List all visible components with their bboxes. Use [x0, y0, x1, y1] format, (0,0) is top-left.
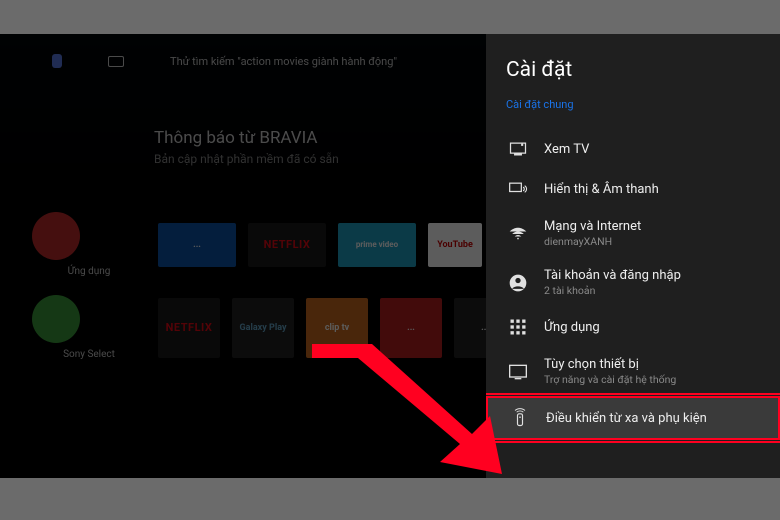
menu-item-device-prefs[interactable]: Tùy chọn thiết bị Trợ năng và cài đặt hệ…	[506, 347, 780, 396]
menu-label: Mạng và Internet	[544, 219, 641, 234]
menu-label: Tài khoản và đăng nhập	[544, 268, 681, 283]
settings-panel: Cài đặt Cài đặt chung Xem TV Hiển thị & …	[486, 34, 780, 478]
tv-icon	[508, 139, 528, 159]
menu-item-accounts[interactable]: Tài khoản và đăng nhập 2 tài khoản	[506, 258, 780, 307]
account-icon	[508, 273, 528, 293]
apps-grid-icon	[508, 317, 528, 337]
menu-sublabel: Trợ năng và cài đặt hệ thống	[544, 373, 676, 386]
menu-item-watch-tv[interactable]: Xem TV	[506, 129, 780, 169]
menu-sublabel: 2 tài khoản	[544, 284, 681, 297]
menu-label: Xem TV	[544, 142, 589, 157]
settings-category: Cài đặt chung	[506, 98, 780, 111]
menu-label: Tùy chọn thiết bị	[544, 357, 676, 372]
menu-item-apps[interactable]: Ứng dụng	[506, 307, 780, 347]
tv-outline-icon	[508, 362, 528, 382]
menu-item-display-sound[interactable]: Hiển thị & Âm thanh	[506, 169, 780, 209]
remote-icon	[510, 408, 530, 428]
wifi-icon	[508, 224, 528, 244]
settings-title: Cài đặt	[506, 58, 780, 82]
menu-label: Hiển thị & Âm thanh	[544, 182, 659, 197]
display-sound-icon	[508, 179, 528, 199]
menu-item-network[interactable]: Mạng và Internet dienmayXANH	[506, 209, 780, 258]
dim-overlay	[0, 34, 486, 478]
menu-label: Ứng dụng	[544, 320, 600, 335]
menu-item-remotes-accessories[interactable]: Điều khiển từ xa và phụ kiện	[486, 396, 780, 440]
menu-label: Điều khiển từ xa và phụ kiện	[546, 411, 707, 426]
menu-sublabel: dienmayXANH	[544, 235, 641, 248]
